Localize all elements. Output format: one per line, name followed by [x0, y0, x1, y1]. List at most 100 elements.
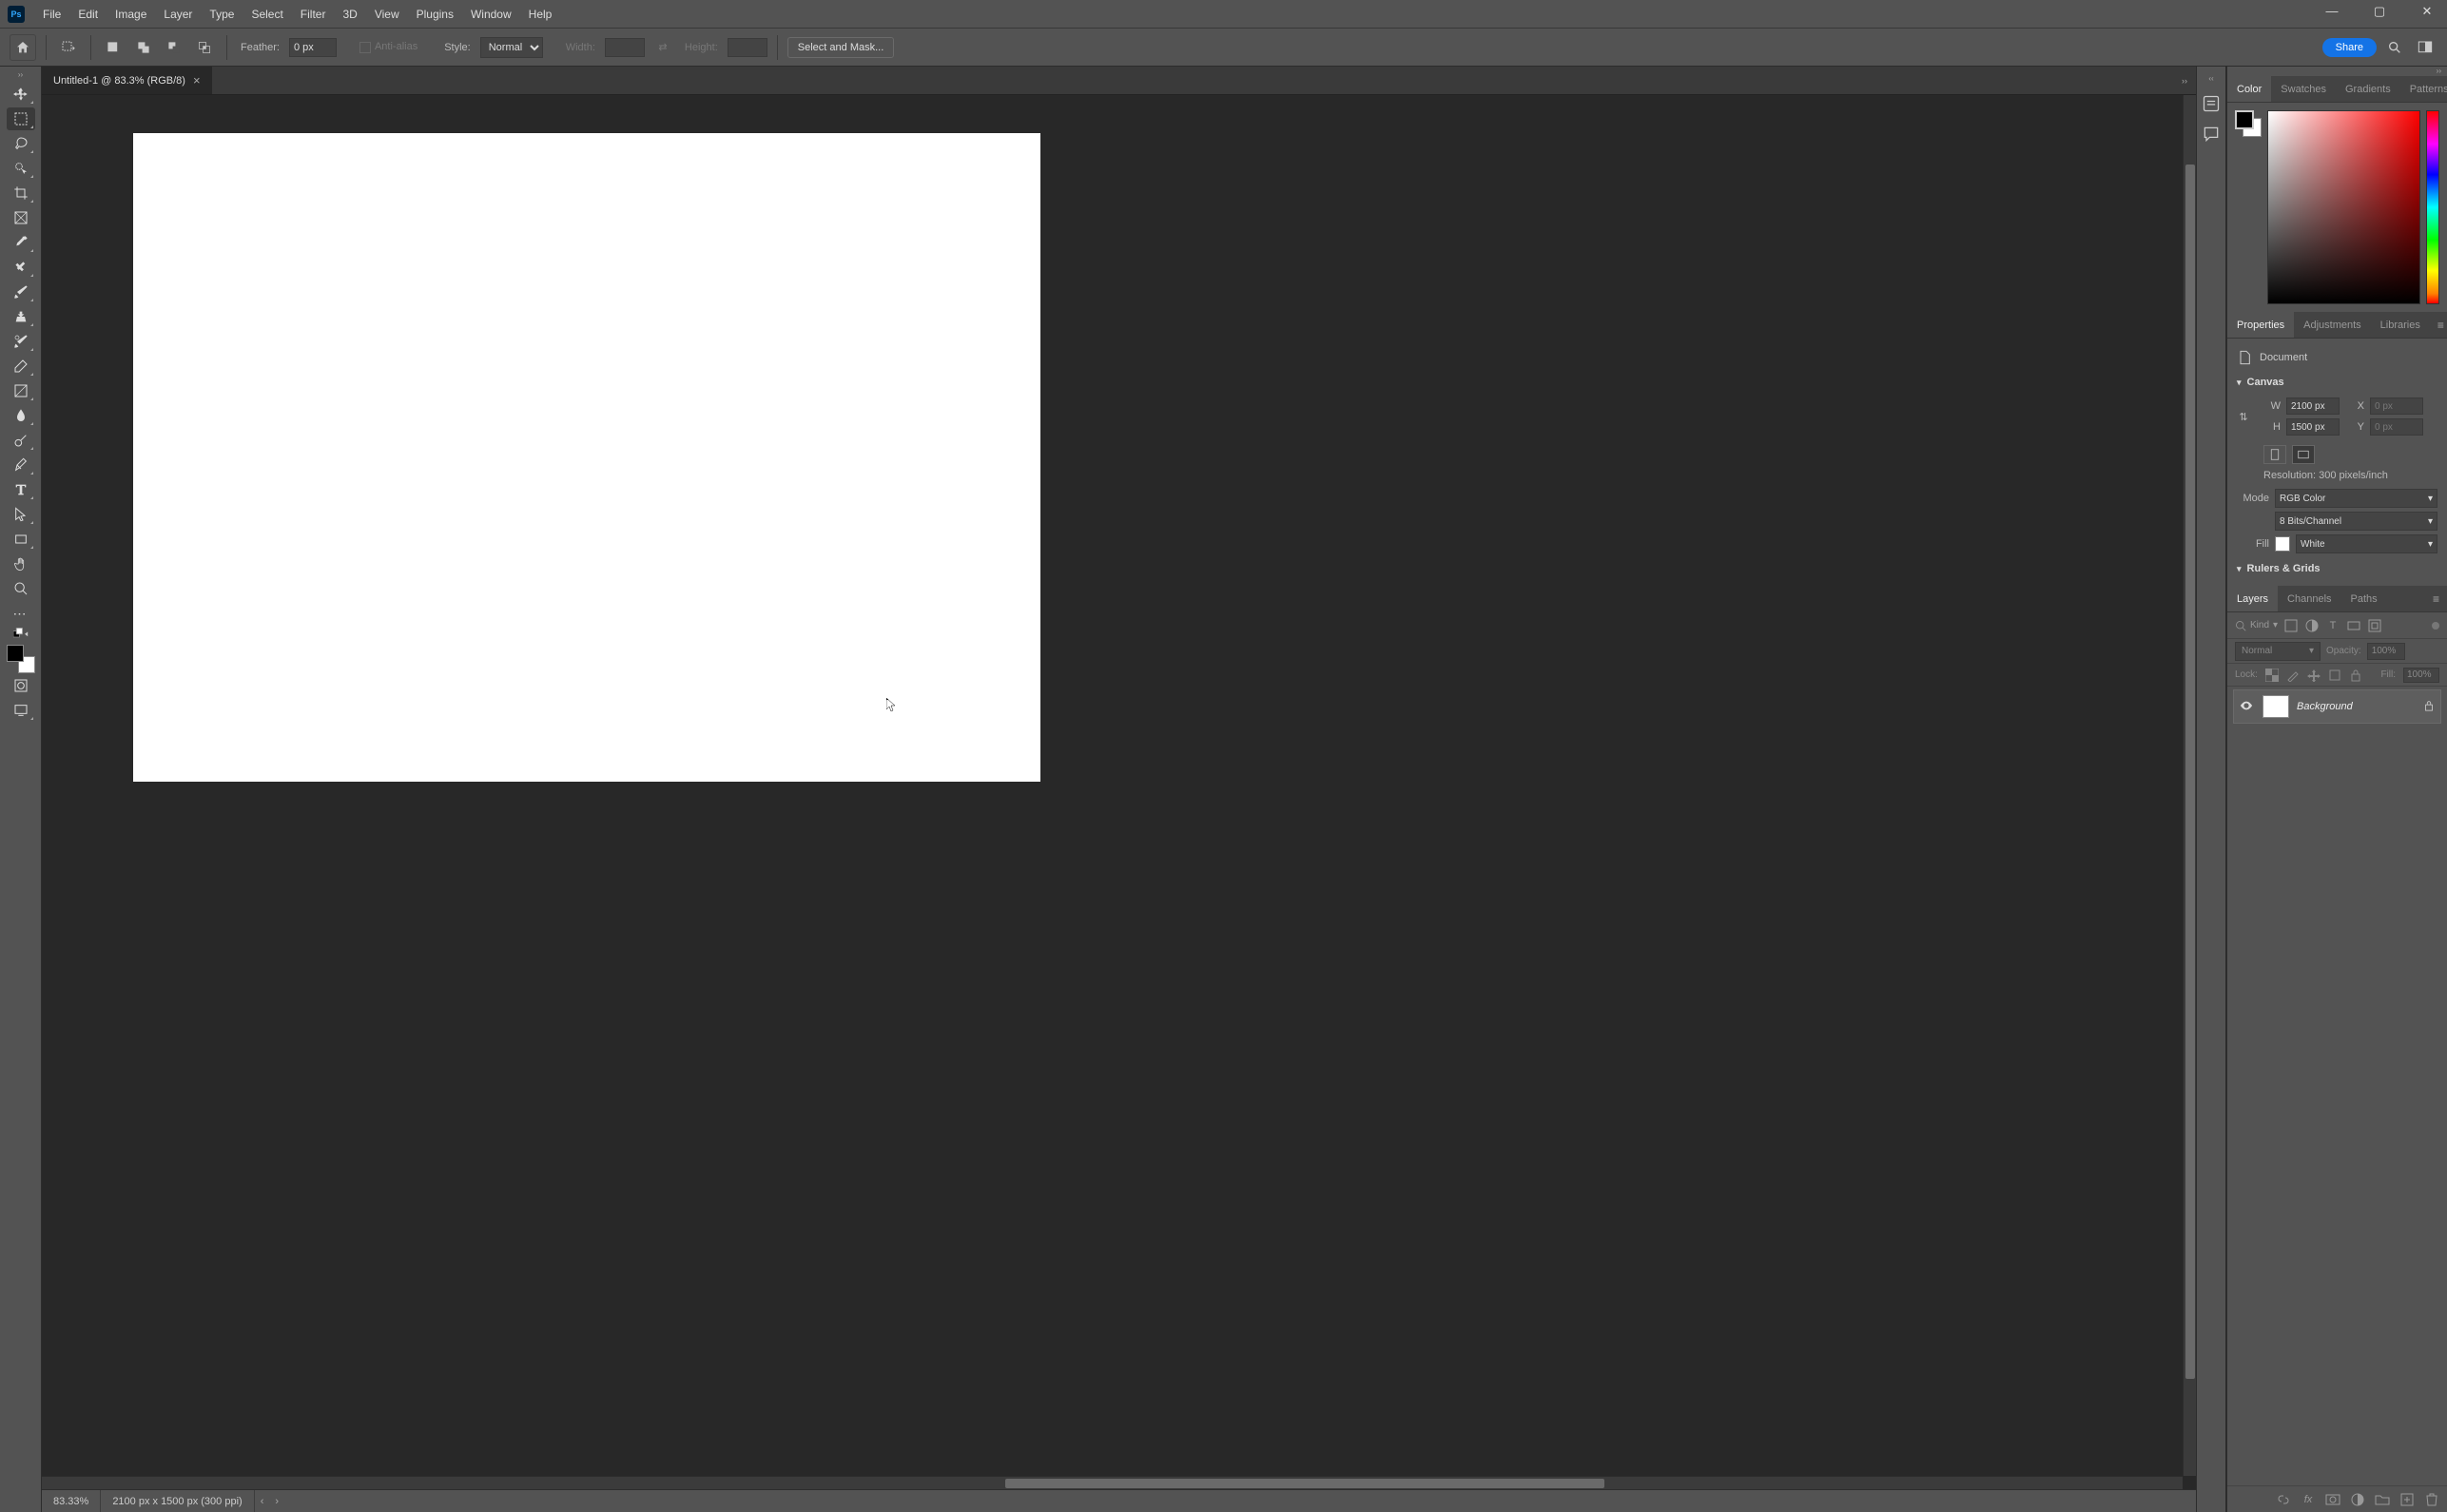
channels-tab[interactable]: Channels [2278, 586, 2340, 611]
layer-thumbnail[interactable] [2263, 695, 2289, 718]
menu-help[interactable]: Help [520, 0, 561, 28]
lock-pixels-icon[interactable] [2286, 669, 2300, 682]
menu-image[interactable]: Image [107, 0, 155, 28]
type-tool[interactable] [7, 478, 35, 501]
menu-select[interactable]: Select [243, 0, 291, 28]
dodge-tool[interactable] [7, 429, 35, 452]
document-info[interactable]: 2100 px x 1500 px (300 ppi) [101, 1490, 254, 1512]
hue-slider[interactable] [2426, 110, 2439, 304]
vertical-scrollbar[interactable] [2183, 95, 2196, 1476]
color-mode-select[interactable]: RGB Color▾ [2275, 489, 2437, 508]
new-selection-button[interactable] [101, 35, 126, 60]
status-prev-icon[interactable]: ‹ [255, 1496, 270, 1507]
layer-filter-kind[interactable]: Kind▾ [2235, 620, 2278, 631]
layer-fill-input[interactable] [2403, 668, 2439, 683]
filter-adjustment-icon[interactable] [2304, 618, 2320, 633]
filter-shape-icon[interactable] [2346, 618, 2361, 633]
filter-smartobject-icon[interactable] [2367, 618, 2382, 633]
healing-brush-tool[interactable] [7, 256, 35, 279]
layer-row[interactable]: Background [2233, 689, 2441, 724]
lock-artboard-icon[interactable] [2328, 669, 2341, 682]
status-next-icon[interactable]: › [269, 1496, 284, 1507]
quick-mask-button[interactable] [7, 674, 35, 697]
opacity-input[interactable] [2367, 643, 2405, 660]
layer-visibility-icon[interactable] [2240, 699, 2255, 715]
document-tab[interactable]: Untitled-1 @ 83.3% (RGB/8) × [42, 67, 213, 94]
search-icon[interactable] [2382, 35, 2407, 60]
close-tab-icon[interactable]: × [193, 73, 201, 87]
canvas[interactable] [133, 133, 1040, 782]
orientation-portrait-button[interactable] [2263, 445, 2286, 464]
crop-tool[interactable] [7, 182, 35, 204]
window-minimize-button[interactable]: — [2318, 4, 2346, 19]
menu-window[interactable]: Window [462, 0, 520, 28]
new-group-icon[interactable] [2375, 1492, 2390, 1507]
properties-tab[interactable]: Properties [2227, 312, 2294, 338]
orientation-landscape-button[interactable] [2292, 445, 2315, 464]
move-tool[interactable] [7, 83, 35, 106]
tabs-expand-handle[interactable]: ›› [2173, 67, 2196, 94]
layer-mask-icon[interactable] [2325, 1492, 2340, 1507]
patterns-tab[interactable]: Patterns [2400, 76, 2447, 102]
select-and-mask-button[interactable]: Select and Mask... [787, 37, 895, 58]
menu-type[interactable]: Type [201, 0, 243, 28]
window-close-button[interactable]: ✕ [2413, 4, 2441, 19]
share-button[interactable]: Share [2322, 38, 2377, 57]
default-colors-icon[interactable] [7, 627, 35, 640]
comments-panel-icon[interactable] [2202, 125, 2221, 144]
hand-tool[interactable] [7, 552, 35, 575]
fill-select[interactable]: White▾ [2296, 534, 2437, 553]
rpanels-collapse-handle[interactable]: ›› [2227, 67, 2447, 76]
color-fgbg-swatch[interactable] [2235, 110, 2262, 137]
new-layer-icon[interactable] [2399, 1492, 2415, 1507]
filter-type-icon[interactable]: T [2325, 618, 2340, 633]
intersect-selection-button[interactable] [192, 35, 217, 60]
canvas-section-header[interactable]: Canvas [2237, 377, 2437, 388]
marquee-tool[interactable] [7, 107, 35, 130]
lock-all-icon[interactable] [2349, 669, 2362, 682]
layer-fx-icon[interactable]: fx [2301, 1492, 2316, 1507]
zoom-level[interactable]: 83.33% [42, 1490, 101, 1512]
lock-position-icon[interactable] [2307, 669, 2321, 682]
foreground-background-colors[interactable] [7, 645, 35, 673]
properties-panel-menu-icon[interactable]: ≡ [2430, 319, 2447, 332]
edit-toolbar-button[interactable]: ⋯ [7, 602, 35, 625]
bit-depth-select[interactable]: 8 Bits/Channel▾ [2275, 512, 2437, 531]
paths-tab[interactable]: Paths [2341, 586, 2387, 611]
quick-select-tool[interactable] [7, 157, 35, 180]
color-tab[interactable]: Color [2227, 76, 2271, 102]
home-button[interactable] [10, 34, 36, 61]
toolbar-collapse-handle[interactable]: ›› [0, 70, 41, 82]
zoom-tool[interactable] [7, 577, 35, 600]
frame-tool[interactable] [7, 206, 35, 229]
rulers-grids-section-header[interactable]: Rulers & Grids [2237, 563, 2437, 574]
swatches-tab[interactable]: Swatches [2271, 76, 2336, 102]
lasso-tool[interactable] [7, 132, 35, 155]
layer-name[interactable]: Background [2297, 701, 2416, 712]
menu-filter[interactable]: Filter [292, 0, 335, 28]
dock-expand-handle[interactable]: ‹‹ [2208, 74, 2213, 83]
gradients-tab[interactable]: Gradients [2336, 76, 2400, 102]
adjustments-tab[interactable]: Adjustments [2294, 312, 2371, 338]
screen-mode-button[interactable] [7, 699, 35, 722]
layers-panel-menu-icon[interactable]: ≡ [2425, 592, 2447, 606]
layer-lock-icon[interactable] [2423, 700, 2435, 714]
feather-input[interactable] [289, 38, 337, 57]
layers-tab[interactable]: Layers [2227, 586, 2278, 611]
gradient-tool[interactable] [7, 379, 35, 402]
filter-toggle[interactable] [2432, 622, 2439, 630]
canvas-width-input[interactable] [2286, 397, 2340, 415]
libraries-tab[interactable]: Libraries [2371, 312, 2430, 338]
tool-preset-picker[interactable] [56, 35, 81, 60]
menu-3d[interactable]: 3D [334, 0, 365, 28]
delete-layer-icon[interactable] [2424, 1492, 2439, 1507]
horizontal-scrollbar[interactable] [42, 1476, 2183, 1489]
clone-stamp-tool[interactable] [7, 305, 35, 328]
eraser-tool[interactable] [7, 355, 35, 378]
pen-tool[interactable] [7, 454, 35, 476]
menu-layer[interactable]: Layer [155, 0, 201, 28]
rectangle-tool[interactable] [7, 528, 35, 551]
adjustment-layer-icon[interactable] [2350, 1492, 2365, 1507]
menu-plugins[interactable]: Plugins [408, 0, 462, 28]
brush-tool[interactable] [7, 281, 35, 303]
